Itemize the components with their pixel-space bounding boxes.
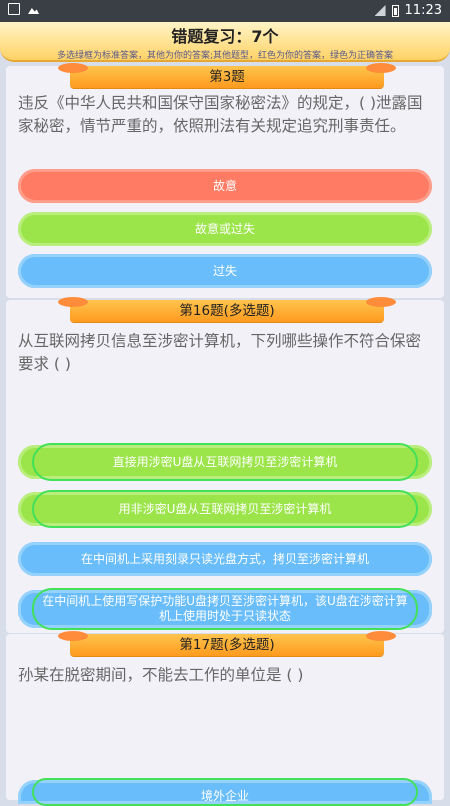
question-card: 第3题 违反《中华人民共和国保守国家秘密法》的规定，( )泄露国家秘密，情节严重…: [6, 63, 444, 298]
page-header: 错题复习：7个 多选绿框为标准答案，其他为你的答案;其他题型，红色为你的答案，绿…: [0, 22, 450, 62]
option-button[interactable]: 境外企业: [18, 778, 432, 806]
status-time: 11:23: [404, 3, 442, 18]
option-button[interactable]: 故意: [18, 169, 432, 203]
question-label: 第17题(多选题): [58, 631, 396, 656]
question-card: 第16题(多选题) 从互联网拷贝信息至涉密计算机，下列哪些操作不符合保密要求 (…: [6, 297, 444, 633]
page-title: 错题复习：7个: [171, 27, 279, 46]
question-text: 违反《中华人民共和国保守国家秘密法》的规定，( )泄露国家秘密，情节严重的，依照…: [18, 94, 423, 135]
question-text: 孙某在脱密期间，不能去工作的单位是 ( ): [18, 666, 304, 684]
page-subtitle: 多选绿框为标准答案，其他为你的答案;其他题型，红色为你的答案，绿色为正确答案: [56, 51, 394, 61]
option-button[interactable]: 过失: [18, 254, 432, 288]
question-text: 从互联网拷贝信息至涉密计算机，下列哪些操作不符合保密要求 ( ): [18, 332, 422, 373]
option-button[interactable]: 故意或过失: [18, 212, 432, 246]
option-button[interactable]: 在中间机上使用写保护功能U盘拷贝至涉密计算机，该U盘在涉密计算机上使用时处于只读…: [18, 588, 432, 630]
option-button[interactable]: 在中间机上采用刻录只读光盘方式，拷贝至涉密计算机: [18, 542, 432, 576]
question-label: 第16题(多选题): [58, 297, 396, 322]
signal-icon: [374, 5, 386, 16]
question-card: 第17题(多选题) 孙某在脱密期间，不能去工作的单位是 ( ) 境外企业: [6, 631, 444, 806]
status-bar: 11:23: [0, 0, 450, 22]
option-button[interactable]: 用非涉密U盘从互联网拷贝至涉密计算机: [18, 490, 432, 528]
notification-icon: [8, 3, 20, 15]
option-button[interactable]: 直接用涉密U盘从互联网拷贝至涉密计算机: [18, 443, 432, 481]
question-label: 第3题: [58, 63, 396, 88]
image-icon: [28, 8, 39, 14]
battery-icon: [391, 4, 399, 17]
